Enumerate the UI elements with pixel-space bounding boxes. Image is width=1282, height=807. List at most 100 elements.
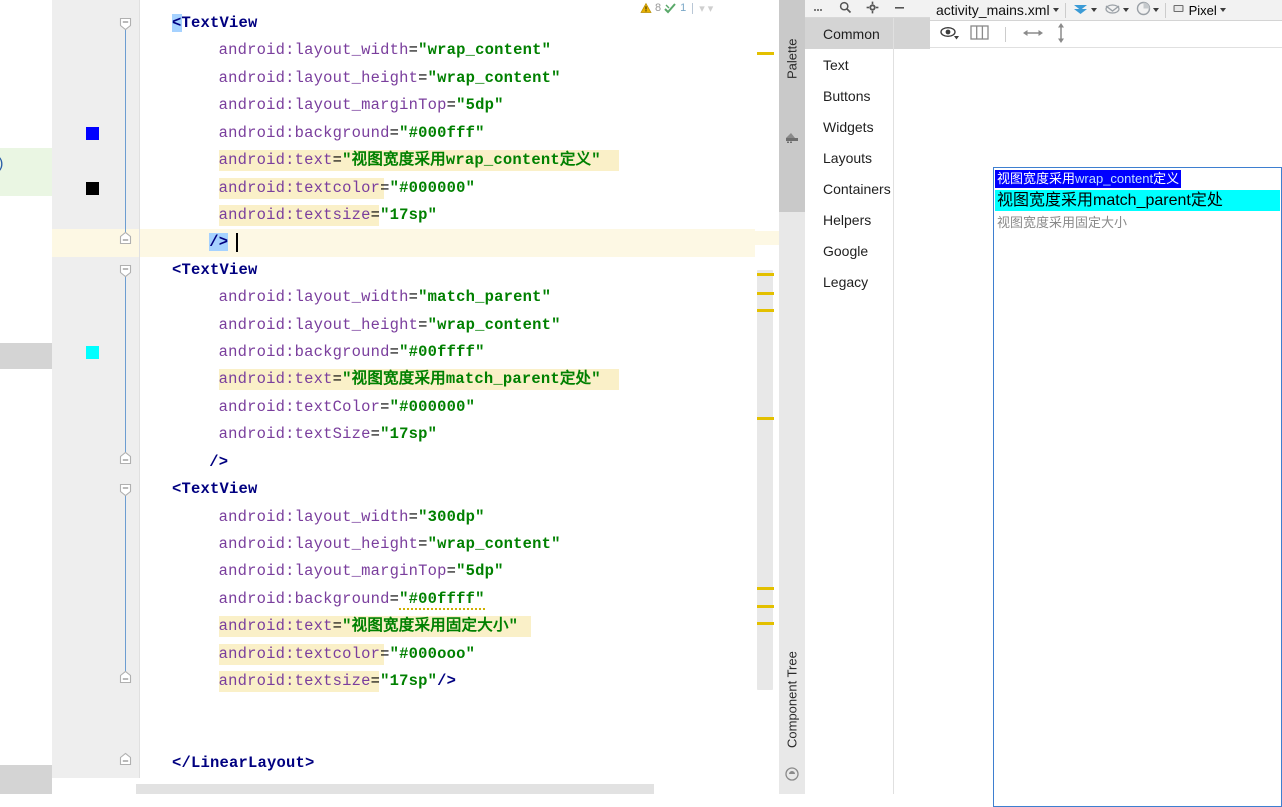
preview-textview-fixed-size[interactable]: 视图宽度采用固定大小 [995, 214, 1129, 232]
left-panel-green-highlight [0, 148, 52, 196]
code-token: = [389, 589, 400, 608]
tool-tab-component-tree[interactable]: Component Tree [779, 640, 805, 760]
minimize-icon[interactable] [893, 1, 906, 17]
code-line[interactable]: android:layout_height="wrap_content" [219, 312, 561, 339]
more-options-icon[interactable] [813, 1, 825, 16]
orientation-chevron-icon[interactable] [1152, 8, 1159, 12]
palette-item-buttons[interactable]: Buttons [805, 80, 930, 111]
device-icon[interactable] [1172, 2, 1185, 18]
code-line[interactable]: android:background="#000fff" [219, 120, 485, 147]
marker-warning[interactable] [757, 273, 774, 276]
visibility-eye-icon[interactable] [940, 25, 960, 44]
fold-collapse-icon[interactable] [118, 16, 133, 31]
code-token: android:textsize [218, 672, 371, 691]
design-view-chevron-icon[interactable] [1090, 8, 1097, 12]
marker-warning[interactable] [757, 292, 774, 295]
device-label[interactable]: Pixel [1189, 3, 1217, 18]
inspection-widget[interactable]: 8 1 ▾ ▾ [640, 0, 713, 16]
code-line[interactable]: android:layout_marginTop="5dp" [219, 558, 504, 585]
design-view-icon[interactable] [1072, 1, 1089, 19]
code-line[interactable]: <TextView [172, 10, 258, 37]
code-line[interactable]: android:textsize="17sp" [219, 202, 438, 229]
warning-triangle-icon[interactable] [640, 2, 652, 14]
palette-item-layouts[interactable]: Layouts [805, 142, 930, 173]
code-token: android:layout_width [218, 288, 409, 307]
split-columns-icon[interactable] [970, 24, 989, 44]
code-line[interactable]: android:layout_marginTop="5dp" [219, 92, 504, 119]
palette-item-widgets[interactable]: Widgets [805, 111, 930, 142]
tool-tab-palette[interactable]: Palette [779, 4, 805, 114]
marker-warning[interactable] [757, 417, 774, 420]
code-token: android:layout_height [218, 315, 419, 334]
code-line[interactable]: android:textcolor="#000000" [219, 175, 476, 202]
code-line[interactable]: android:layout_width="300dp" [219, 504, 485, 531]
fold-collapse-icon[interactable] [118, 263, 133, 278]
fold-region-line [125, 26, 126, 242]
inspection-extra-icon-1[interactable]: ▾ [699, 2, 705, 15]
preview-textview-wrap-content[interactable]: 视图宽度采用wrap_content定义 [995, 170, 1182, 188]
inspection-ok-icon[interactable] [664, 2, 677, 14]
palette-item-google[interactable]: Google [805, 235, 930, 266]
toolbar-separator-2 [1164, 2, 1166, 18]
code-line[interactable]: android:textSize="17sp" [219, 421, 438, 448]
marker-warning[interactable] [757, 622, 774, 625]
palette-item-common[interactable]: Common [805, 18, 930, 49]
orientation-icon[interactable] [1136, 1, 1151, 19]
code-line[interactable]: android:layout_width="match_parent" [219, 284, 552, 311]
code-line[interactable]: android:textColor="#000000" [219, 394, 476, 421]
palette-item-text[interactable]: Text [805, 49, 930, 80]
code-line[interactable]: /> [209, 229, 229, 256]
editor-horizontal-scrollbar[interactable] [136, 784, 654, 794]
code-editor-area[interactable]: <TextView android:layout_width="wrap_cont… [140, 0, 755, 794]
blueprint-view-icon[interactable] [1104, 1, 1121, 19]
code-line[interactable]: android:background="#00ffff" [219, 586, 485, 613]
vertical-resize-icon[interactable] [1054, 22, 1068, 46]
inspection-extra-icon-2[interactable]: ▾ [708, 2, 714, 15]
gutter-color-swatch[interactable] [86, 346, 99, 360]
code-line[interactable]: android:layout_height="wrap_content" [219, 65, 561, 92]
fold-collapse-icon[interactable] [118, 482, 133, 497]
code-line[interactable]: /> [209, 449, 228, 476]
design-canvas[interactable]: 视图宽度采用wrap_content定义 视图宽度采用match_parent定… [930, 49, 1282, 807]
gutter-color-swatch[interactable] [86, 181, 99, 195]
editor-file-tab[interactable]: activity_mains.xml [930, 2, 1059, 18]
code-line[interactable]: android:textsize="17sp"/> [219, 668, 457, 695]
search-icon[interactable] [839, 1, 852, 17]
preview-textview-match-parent[interactable]: 视图宽度采用match_parent定处 [995, 190, 1280, 211]
editor-scrollbar-thumb[interactable] [757, 270, 773, 690]
device-chevron-icon[interactable] [1219, 8, 1226, 12]
code-line[interactable]: android:text="视图宽度采用固定大小" [219, 613, 519, 640]
code-token: = [408, 288, 419, 307]
palette-item-containers[interactable]: Containers [805, 173, 930, 204]
gutter-color-swatch[interactable] [86, 126, 99, 140]
code-line[interactable]: <TextView [172, 476, 258, 503]
marker-warning[interactable] [757, 309, 774, 312]
gear-icon[interactable] [866, 1, 879, 17]
marker-warning[interactable] [757, 605, 774, 608]
code-line[interactable]: </LinearLayout> [172, 750, 315, 777]
code-line[interactable]: <TextView [172, 257, 258, 284]
palette-item-legacy[interactable]: Legacy [805, 266, 930, 297]
marker-warning[interactable] [757, 52, 774, 55]
device-preview-frame[interactable]: 视图宽度采用wrap_content定义 视图宽度采用match_parent定… [993, 167, 1282, 807]
current-line-highlight [140, 229, 755, 257]
chevron-down-icon[interactable] [1052, 8, 1059, 12]
code-line[interactable]: android:textcolor="#000ooo" [219, 641, 476, 668]
fold-region-end-icon[interactable] [118, 752, 133, 767]
code-line[interactable]: android:layout_width="wrap_content" [219, 37, 552, 64]
code-line[interactable]: android:text="视图宽度采用wrap_content定义" [219, 147, 601, 174]
palette-item-helpers[interactable]: Helpers [805, 204, 930, 235]
code-token: "视图宽度采用match_parent定处" [342, 370, 601, 389]
horizontal-resize-icon[interactable] [1022, 26, 1044, 43]
code-line[interactable]: android:background="#00ffff" [219, 339, 485, 366]
fold-region-end-icon[interactable] [118, 670, 133, 685]
palette-item-label: Helpers [823, 211, 872, 228]
code-line[interactable]: android:text="视图宽度采用match_parent定处" [219, 366, 601, 393]
marker-warning[interactable] [757, 587, 774, 590]
fold-region-end-icon[interactable] [118, 231, 133, 246]
palette-item-label: Layouts [823, 149, 873, 166]
code-line[interactable]: android:layout_height="wrap_content" [219, 531, 561, 558]
blueprint-view-chevron-icon[interactable] [1122, 8, 1129, 12]
fold-region-end-icon[interactable] [118, 451, 133, 466]
palette-item-label: Legacy [823, 273, 869, 290]
